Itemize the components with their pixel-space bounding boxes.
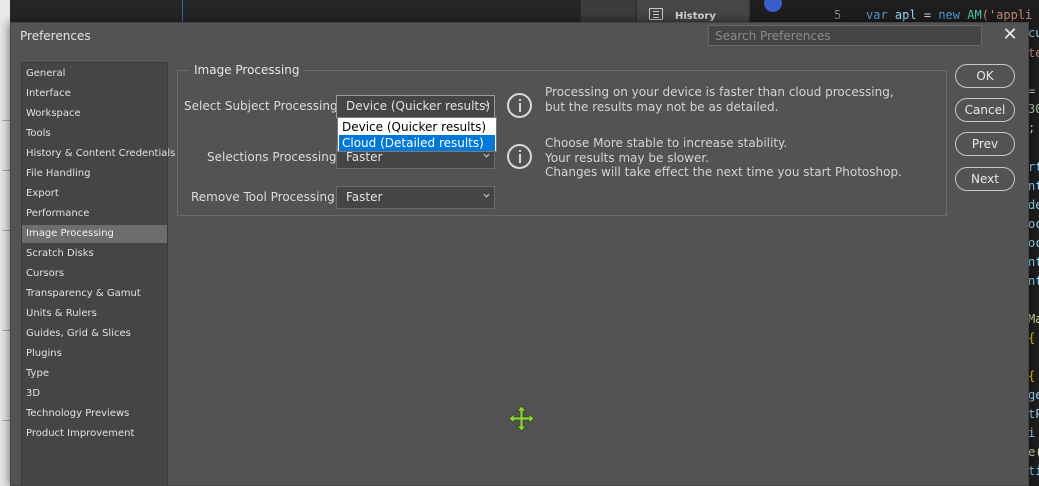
code-fragment: rty — [1028, 160, 1039, 174]
code-fragment: ter — [1028, 46, 1039, 60]
sidebar-item-3d[interactable]: 3D — [22, 385, 167, 403]
code-fragment: oc — [1028, 236, 1039, 250]
code-fragment: = — [1028, 84, 1036, 98]
prev-button[interactable]: Prev — [955, 132, 1015, 156]
close-icon[interactable]: ✕ — [1001, 26, 1019, 44]
next-button[interactable]: Next — [955, 167, 1015, 191]
code-fragment: { — [1028, 331, 1036, 345]
sidebar-item-tools[interactable]: Tools — [22, 125, 167, 143]
sidebar-item-interface[interactable]: Interface — [22, 85, 167, 103]
dialog-titlebar[interactable]: Preferences Search Preferences ✕ — [11, 23, 1028, 49]
code-fragment: nt — [1028, 179, 1039, 193]
history-icon — [649, 8, 663, 20]
notification-badge — [764, 0, 782, 12]
dropdown-option-cloud[interactable]: Cloud (Detailed results) — [339, 135, 495, 151]
sidebar-item-file-handling[interactable]: File Handling — [22, 165, 167, 183]
select-subject-label: Select Subject Processing: — [184, 99, 342, 113]
code-fragment: ge — [1028, 388, 1039, 402]
search-preferences-input[interactable]: Search Preferences — [708, 25, 982, 46]
code-fragment: nt — [1028, 255, 1039, 269]
dropdown-option-device[interactable]: Device (Quicker results) — [339, 119, 495, 135]
sidebar-item-technology-previews[interactable]: Technology Previews — [22, 405, 167, 423]
code-line-number: 5 — [834, 8, 842, 22]
cancel-button[interactable]: Cancel — [955, 98, 1015, 122]
code-fragment: tPr — [1028, 407, 1039, 421]
dialog-title: Preferences — [20, 29, 91, 43]
info-circle-icon — [507, 144, 532, 169]
code-fragment: i — [1028, 426, 1036, 440]
preferences-sidebar: General Interface Workspace Tools Histor… — [21, 62, 175, 486]
sidebar-item-type[interactable]: Type — [22, 365, 167, 383]
code-line: var apl = new AM('appli — [866, 8, 1033, 22]
sidebar-item-plugins[interactable]: Plugins — [22, 345, 167, 363]
select-subject-value: Device (Quicker results) — [346, 99, 491, 113]
chevron-down-icon — [483, 102, 490, 107]
sidebar-item-history-content-credentials[interactable]: History & Content Credentials — [22, 145, 175, 163]
move-cursor-icon — [508, 405, 535, 432]
selections-processing-value: Faster — [346, 150, 383, 164]
code-fragment: ; — [1028, 121, 1036, 135]
sidebar-item-workspace[interactable]: Workspace — [22, 105, 167, 123]
sidebar-item-guides-grid-slices[interactable]: Guides, Grid & Slices — [22, 325, 167, 343]
sidebar-item-scratch-disks[interactable]: Scratch Disks — [22, 245, 167, 263]
info-circle-icon — [507, 93, 532, 118]
group-title: Image Processing — [190, 63, 304, 77]
sidebar-item-cursors[interactable]: Cursors — [22, 265, 167, 283]
selections-processing-label: Selections Processing: — [207, 150, 341, 164]
background-window-edge — [0, 0, 10, 486]
ok-button[interactable]: OK — [955, 64, 1015, 88]
code-fragment: cum — [1028, 26, 1039, 40]
remove-tool-processing-label: Remove Tool Processing: — [191, 190, 339, 204]
code-fragment: ti — [1028, 464, 1039, 478]
select-subject-select[interactable]: Device (Quicker results) — [336, 95, 495, 118]
code-fragment: Ma — [1028, 312, 1039, 326]
preferences-dialog: Preferences Search Preferences ✕ General… — [10, 22, 1029, 486]
history-panel-label: History — [675, 11, 716, 22]
select-subject-dropdown-list: Device (Quicker results) Cloud (Detailed… — [337, 117, 497, 152]
sidebar-item-performance[interactable]: Performance — [22, 205, 167, 223]
remove-tool-processing-select[interactable]: Faster — [336, 186, 495, 209]
sidebar-item-transparency-gamut[interactable]: Transparency & Gamut — [22, 285, 167, 303]
code-fragment: 30, — [1028, 102, 1039, 116]
code-fragment: oc — [1028, 217, 1039, 231]
sidebar-item-general[interactable]: General — [22, 65, 167, 83]
sidebar-item-export[interactable]: Export — [22, 185, 167, 203]
sidebar-item-units-rulers[interactable]: Units & Rulers — [22, 305, 167, 323]
sidebar-item-image-processing[interactable]: Image Processing — [22, 225, 167, 243]
background-canvas-strip — [10, 0, 580, 22]
code-fragment: e(i — [1028, 445, 1039, 459]
chevron-down-icon — [483, 153, 490, 158]
code-fragment: { — [1028, 369, 1036, 383]
history-panel-tab[interactable]: History — [636, 0, 748, 22]
remove-tool-processing-value: Faster — [346, 190, 383, 204]
code-fragment: nt — [1028, 274, 1039, 288]
chevron-down-icon — [483, 193, 490, 198]
info-text-stability: Choose More stable to increase stability… — [545, 136, 902, 179]
code-fragment: de — [1028, 198, 1039, 212]
sidebar-item-product-improvement[interactable]: Product Improvement — [22, 425, 167, 443]
info-text-processing: Processing on your device is faster than… — [545, 85, 894, 114]
